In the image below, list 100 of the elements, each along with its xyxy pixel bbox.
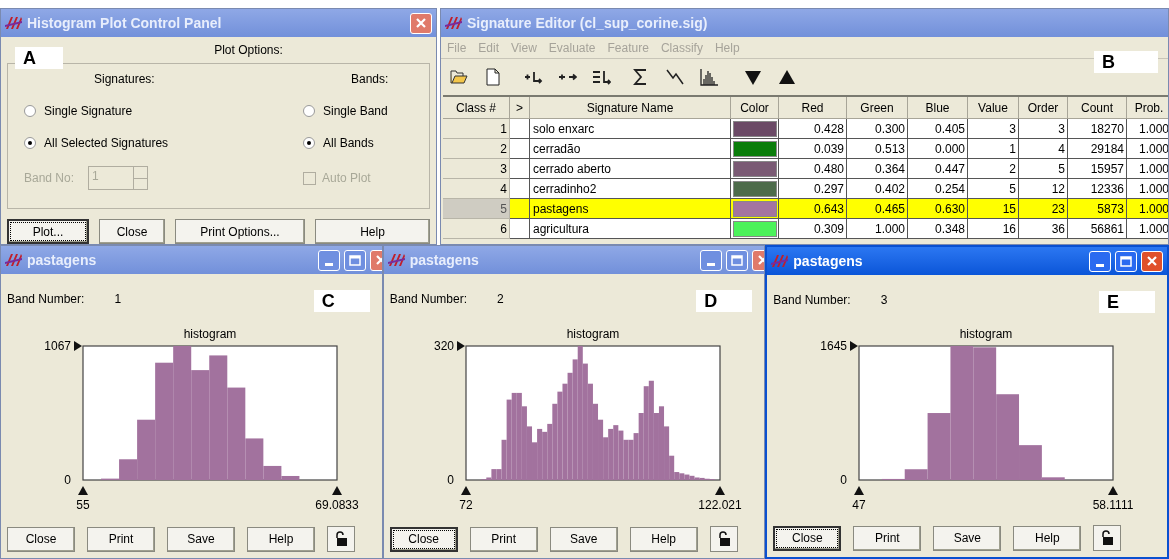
radio-label: Single Band: [323, 103, 388, 120]
dialog-button[interactable]: Plot...: [7, 219, 89, 244]
row-header[interactable]: 4: [443, 179, 510, 199]
table-cell: 5873: [1068, 199, 1127, 219]
radio-button[interactable]: [24, 105, 36, 117]
color-swatch[interactable]: [732, 140, 777, 157]
field-label: Band Number:: [7, 291, 85, 308]
dialog-button[interactable]: Print: [87, 526, 155, 552]
maximize-button[interactable]: [343, 249, 366, 271]
row-header[interactable]: 3: [443, 159, 510, 179]
axis-label: 58.1111: [1092, 498, 1134, 512]
max-marker-icon[interactable]: [74, 341, 83, 351]
maximize-icon: [1120, 255, 1132, 267]
padlock-icon: [1100, 530, 1115, 546]
table-cell: 2: [968, 159, 1019, 179]
table-cell: [510, 159, 530, 179]
maximize-button[interactable]: [726, 249, 749, 271]
range-marker-icon[interactable]: [854, 486, 865, 495]
dialog-button[interactable]: Help: [247, 526, 315, 552]
group-label: Bands:: [350, 71, 390, 88]
color-swatch[interactable]: [732, 220, 777, 237]
column-header[interactable]: >: [510, 97, 530, 119]
table-cell: 0.000: [908, 139, 968, 159]
window-title: Signature Editor (cl_sup_corine.sig): [467, 13, 709, 33]
table-cell: 0.254: [908, 179, 968, 199]
chart-title: histogram: [959, 327, 1013, 341]
minimize-button[interactable]: [1089, 250, 1111, 272]
table-cell: 5: [1019, 159, 1068, 179]
radio-button[interactable]: [303, 105, 315, 117]
column-header[interactable]: Signature Name: [530, 97, 731, 119]
row-header[interactable]: 5: [443, 199, 510, 219]
padlock-icon: [716, 531, 731, 547]
close-button[interactable]: [410, 12, 432, 34]
radio-label: All Bands: [323, 135, 374, 152]
max-marker-icon[interactable]: [850, 341, 859, 351]
dialog-button[interactable]: Close: [99, 219, 165, 244]
color-swatch[interactable]: [732, 160, 777, 177]
row-header[interactable]: 2: [443, 139, 510, 159]
range-marker-icon[interactable]: [78, 486, 89, 495]
radio-button[interactable]: [303, 137, 315, 149]
color-swatch[interactable]: [732, 200, 777, 217]
dialog-button[interactable]: Save: [933, 525, 1002, 551]
max-marker-icon[interactable]: [457, 341, 465, 351]
checkbox-label: Auto Plot: [322, 170, 371, 187]
dialog-button[interactable]: Close: [773, 525, 842, 551]
histogram-icon[interactable]: [699, 67, 719, 87]
column-header[interactable]: Color: [731, 97, 779, 119]
range-marker-icon[interactable]: [332, 486, 343, 495]
lock-button[interactable]: [327, 526, 355, 552]
table-cell: 0.402: [847, 179, 908, 199]
table-cell: 18270: [1068, 119, 1127, 139]
column-header[interactable]: Order: [1019, 97, 1068, 119]
dialog-button[interactable]: Save: [167, 526, 235, 552]
radio-button[interactable]: [24, 137, 36, 149]
close-button[interactable]: [1141, 250, 1163, 272]
lock-button[interactable]: [1093, 525, 1122, 551]
dialog-button[interactable]: Close: [7, 526, 75, 552]
color-swatch[interactable]: [732, 120, 777, 137]
dialog-button[interactable]: Print: [469, 526, 538, 552]
dialog-button[interactable]: Print: [853, 525, 922, 551]
column-header[interactable]: Class #: [443, 97, 510, 119]
column-header[interactable]: Count: [1068, 97, 1127, 119]
axis-label: 47: [852, 498, 866, 512]
table-cell: 36: [1019, 219, 1068, 239]
lock-button[interactable]: [709, 526, 738, 552]
app-logo-icon: [387, 252, 406, 268]
column-header[interactable]: Green: [847, 97, 908, 119]
column-header[interactable]: Red: [779, 97, 847, 119]
table-cell: 1.000: [1127, 199, 1168, 219]
open-folder-icon[interactable]: [449, 67, 469, 87]
dialog-button[interactable]: Help: [629, 526, 698, 552]
range-marker-icon[interactable]: [715, 486, 725, 495]
app-logo-icon: [771, 253, 790, 269]
table-cell: 23: [1019, 199, 1068, 219]
table-cell: 1.000: [1127, 219, 1168, 239]
range-marker-icon[interactable]: [1108, 486, 1119, 495]
annotation-label: A: [15, 47, 63, 69]
dialog-button[interactable]: Save: [549, 526, 618, 552]
minimize-button[interactable]: [317, 249, 340, 271]
range-marker-icon[interactable]: [461, 486, 471, 495]
zigzag-line-icon[interactable]: [665, 67, 685, 87]
table-cell: cerradinho2: [530, 179, 731, 199]
table-cell: 1: [968, 139, 1019, 159]
table-cell: 0.447: [908, 159, 968, 179]
row-header[interactable]: 6: [443, 219, 510, 239]
color-swatch[interactable]: [732, 180, 777, 197]
dialog-button[interactable]: Help: [1013, 525, 1082, 551]
chart-title: histogram: [566, 327, 620, 341]
maximize-button[interactable]: [1115, 250, 1137, 272]
row-header[interactable]: 1: [443, 119, 510, 139]
new-file-icon[interactable]: [483, 67, 503, 87]
column-header[interactable]: Value: [968, 97, 1019, 119]
radio-label: Single Signature: [44, 103, 133, 120]
table-cell: 0.643: [779, 199, 847, 219]
dialog-button[interactable]: Close: [389, 526, 458, 552]
table-cell: cerrado aberto: [530, 159, 731, 179]
minimize-button[interactable]: [700, 249, 723, 271]
column-header[interactable]: Blue: [908, 97, 968, 119]
dialog-button[interactable]: Print Options...: [175, 219, 305, 244]
dialog-button[interactable]: Help: [315, 219, 430, 244]
